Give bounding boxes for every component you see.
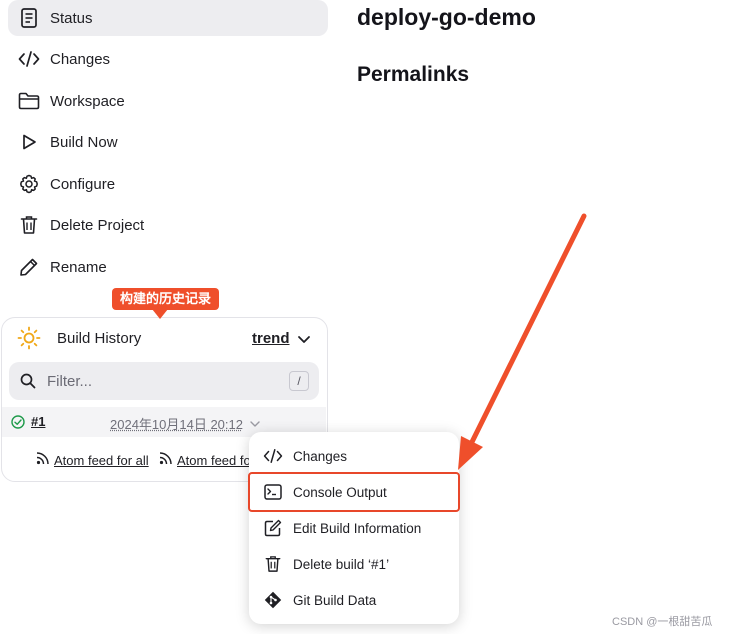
- atom-feed-failures-link[interactable]: Atom feed fo: [159, 452, 251, 468]
- permalinks-heading: Permalinks: [357, 63, 470, 86]
- folder-icon: [18, 90, 40, 112]
- sidebar-item-delete-project[interactable]: Delete Project: [8, 207, 328, 243]
- sidebar-item-label: Rename: [50, 258, 107, 276]
- menu-item-git-build-data[interactable]: Git Build Data: [249, 582, 459, 618]
- terminal-icon: [263, 482, 283, 502]
- sidebar-item-status[interactable]: Status: [8, 0, 328, 36]
- git-icon: [263, 590, 283, 610]
- search-icon: [20, 373, 36, 394]
- menu-item-label: Git Build Data: [293, 592, 377, 608]
- code-icon: [263, 446, 283, 466]
- trash-icon: [263, 554, 283, 574]
- menu-item-label: Console Output: [293, 484, 387, 500]
- page-title: deploy-go-demo: [357, 4, 536, 30]
- code-icon: [18, 48, 40, 70]
- menu-item-delete-build[interactable]: Delete build ‘#1’: [249, 546, 459, 582]
- sidebar-item-label: Configure: [50, 175, 116, 193]
- sidebar-item-workspace[interactable]: Workspace: [8, 83, 328, 119]
- menu-item-changes[interactable]: Changes: [249, 438, 459, 474]
- atom-feed-all-link[interactable]: Atom feed for all: [36, 452, 149, 468]
- menu-item-label: Edit Build Information: [293, 520, 422, 536]
- menu-item-label: Delete build ‘#1’: [293, 556, 390, 572]
- build-history-title: Build History: [57, 330, 142, 347]
- sidebar-item-label: Changes: [50, 50, 111, 68]
- menu-item-console-output[interactable]: Console Output: [249, 474, 459, 510]
- menu-item-label: Changes: [293, 448, 348, 464]
- filter-box: /: [9, 362, 319, 400]
- annotation-callout: 构建的历史记录: [112, 288, 220, 310]
- build-date: 2024年10月14日 20:12: [110, 417, 243, 432]
- callout-tail: [152, 309, 168, 319]
- menu-item-edit-build-information[interactable]: Edit Build Information: [249, 510, 459, 546]
- sidebar-item-build-now[interactable]: Build Now: [8, 124, 328, 160]
- chevron-down-icon[interactable]: [296, 331, 312, 347]
- build-context-menu: Changes Console Output Edit Build Inform…: [249, 432, 459, 624]
- atom-feed-label: Atom feed fo: [177, 452, 251, 468]
- watermark: CSDN @一根甜苦瓜: [612, 616, 713, 628]
- sidebar-item-label: Delete Project: [50, 216, 145, 234]
- trend-link[interactable]: trend: [252, 330, 290, 347]
- shortcut-key: /: [289, 371, 309, 391]
- sidebar-item-changes[interactable]: Changes: [8, 41, 328, 77]
- sun-icon: [17, 326, 41, 350]
- gear-icon: [18, 173, 40, 195]
- play-icon: [18, 131, 40, 153]
- sidebar-item-configure[interactable]: Configure: [8, 166, 328, 202]
- document-icon: [18, 7, 40, 29]
- sidebar-item-rename[interactable]: Rename: [8, 249, 328, 285]
- sidebar-item-label: Build Now: [50, 133, 118, 151]
- rss-icon: [36, 452, 49, 468]
- rss-icon: [159, 452, 172, 468]
- build-number-link[interactable]: #1: [31, 414, 45, 429]
- filter-input[interactable]: [47, 370, 277, 392]
- edit-icon: [263, 518, 283, 538]
- success-check-icon: [11, 415, 25, 434]
- sidebar-item-label: Status: [50, 9, 93, 27]
- atom-feed-label: Atom feed for all: [54, 452, 149, 468]
- pencil-icon: [18, 256, 40, 278]
- sidebar-item-label: Workspace: [50, 92, 125, 110]
- trash-icon: [18, 214, 40, 236]
